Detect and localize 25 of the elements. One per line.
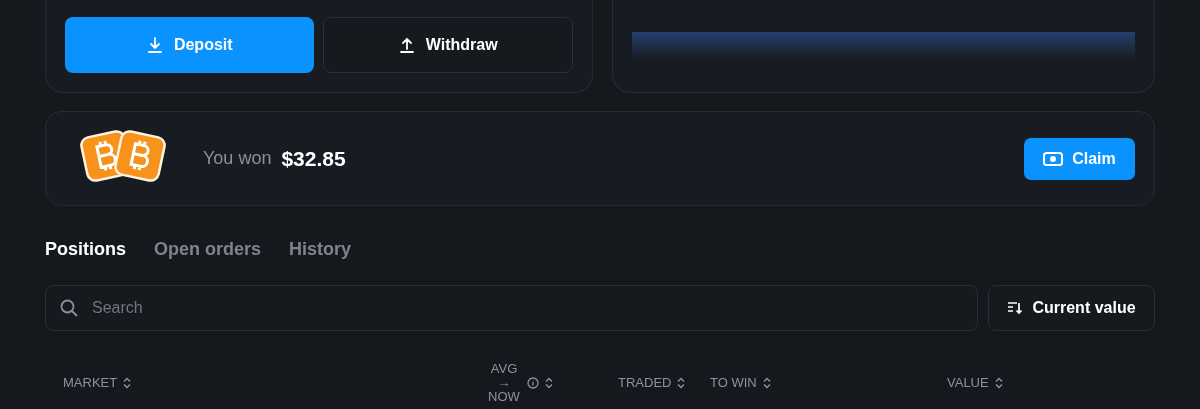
tab[interactable]: History bbox=[289, 235, 352, 263]
sort-icon bbox=[122, 377, 133, 389]
upload-icon bbox=[397, 36, 416, 54]
column-header[interactable]: TRADED bbox=[618, 373, 672, 393]
sort-icon bbox=[993, 377, 1004, 389]
column-header[interactable]: TO WIN bbox=[710, 373, 757, 393]
tab[interactable]: Open orders bbox=[154, 235, 262, 263]
withdraw-button[interactable]: Withdraw bbox=[322, 17, 573, 73]
sort-icon bbox=[761, 377, 772, 389]
column-header[interactable]: VALUE bbox=[947, 373, 989, 393]
column-header[interactable]: MARKET bbox=[63, 373, 118, 393]
search-field[interactable]: Search bbox=[45, 285, 978, 331]
deposit-button[interactable]: Deposit bbox=[65, 17, 314, 73]
cash-icon bbox=[1043, 151, 1064, 166]
sort-lines-icon bbox=[1007, 301, 1024, 315]
win-label: You won bbox=[203, 147, 272, 170]
sort-button[interactable]: Current value bbox=[988, 285, 1155, 331]
sort-icon bbox=[676, 377, 687, 389]
search-icon bbox=[60, 299, 78, 317]
download-icon bbox=[145, 36, 164, 54]
column-header[interactable]: AVG → NOW bbox=[486, 362, 522, 404]
sort-icon bbox=[544, 377, 554, 389]
tab[interactable]: Positions bbox=[45, 235, 126, 263]
claim-button[interactable]: Claim bbox=[1024, 137, 1135, 180]
win-amount: $32.85 bbox=[281, 145, 346, 172]
